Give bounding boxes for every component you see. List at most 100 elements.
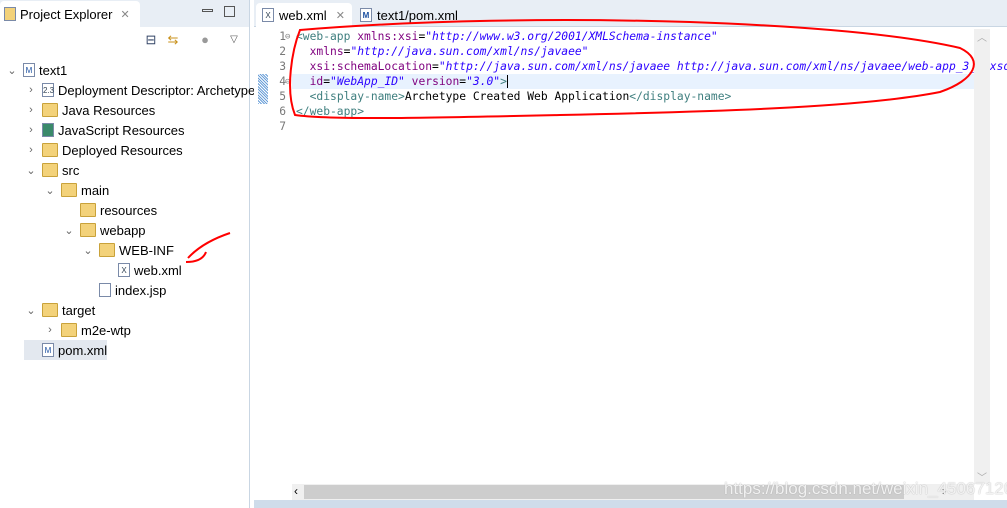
xml-value: "WebApp_ID" <box>330 75 405 88</box>
tree-item[interactable]: resources <box>62 200 157 220</box>
scroll-up-icon[interactable]: ︿ <box>974 29 990 44</box>
maven-pom-icon: M <box>360 8 372 22</box>
maximize-button[interactable] <box>224 6 235 17</box>
folder-icon <box>61 183 77 197</box>
tree-item-label: Deployed Resources <box>62 142 183 158</box>
xml-eq: = <box>432 60 439 73</box>
xml-tag: </display-name> <box>629 90 732 103</box>
bottom-panel-tabs <box>254 500 1007 508</box>
close-icon[interactable]: ✕ <box>336 9 345 22</box>
javascript-resources-icon <box>42 123 54 137</box>
maven-pom-icon: M <box>42 343 54 357</box>
line-number: 7 <box>279 120 286 133</box>
xml-file-icon: X <box>262 8 274 22</box>
line-number: 6 <box>279 105 286 118</box>
chevron-right-icon[interactable]: › <box>24 124 38 136</box>
scroll-left-icon[interactable]: ‹ <box>294 484 298 498</box>
code-line: xmlns="http://java.sun.com/xml/ns/javaee… <box>296 44 589 59</box>
explorer-toolbar: ⊟ ⇆ ● ▽ <box>0 27 249 52</box>
line-number: 3 <box>279 60 286 73</box>
folder-icon <box>42 303 58 317</box>
tree-item[interactable]: ⌄ WEB-INF <box>81 240 174 260</box>
filters-icon[interactable]: ● <box>197 32 213 48</box>
xml-text: Archetype Created Web Application <box>404 90 630 103</box>
chevron-right-icon[interactable]: › <box>24 84 38 96</box>
watermark: https://blog.csdn.net/weixin_45067120 <box>724 479 1007 498</box>
fold-collapse-icon[interactable]: ⊖ <box>285 32 290 42</box>
link-with-editor-icon[interactable]: ⇆ <box>165 32 181 48</box>
text-cursor <box>506 75 508 88</box>
tree-item[interactable]: index.jsp <box>81 280 166 300</box>
tree-item[interactable]: ⌄ Mtext1 <box>5 60 67 80</box>
xml-value: "http://java.sun.com/xml/ns/javaee http:… <box>438 60 1007 73</box>
chevron-right-icon[interactable]: › <box>24 144 38 156</box>
java-resources-icon <box>42 103 58 117</box>
xml-code-editor[interactable]: 1 2 3 4 5 6 7 ⊖ ⊖ <web-app xmlns:xsi="ht… <box>254 29 1007 484</box>
chevron-down-icon[interactable]: ⌄ <box>62 224 76 237</box>
tree-item-label: resources <box>100 202 158 218</box>
overview-marker <box>258 74 268 104</box>
project-explorer-panel: Project Explorer ✕ ⊟ ⇆ ● ▽ ⌄ Mtext1 › 2.3 De… <box>0 0 402 508</box>
xml-file-icon: X <box>118 263 130 277</box>
tree-item[interactable]: › JavaScript Resources <box>24 120 184 140</box>
chevron-right-icon[interactable]: › <box>24 104 38 116</box>
tree-item[interactable]: › Java Resources <box>24 100 155 120</box>
view-menu-icon[interactable]: ▽ <box>226 32 242 48</box>
folder-icon <box>42 163 58 177</box>
tree-item-label: target <box>62 302 96 318</box>
chevron-down-icon[interactable]: ⌄ <box>81 244 95 257</box>
tree-item-label: text1 <box>39 62 68 78</box>
minimize-button[interactable] <box>202 9 213 12</box>
tab-label: Project Explorer <box>20 6 113 22</box>
line-number: 2 <box>279 45 286 58</box>
tree-item[interactable]: › Deployed Resources <box>24 140 183 160</box>
tree-item[interactable]: ⌄ main <box>43 180 109 200</box>
fold-collapse-icon[interactable]: ⊖ <box>285 77 290 87</box>
code-line: <web-app xmlns:xsi="http://www.w3.org/20… <box>296 29 718 44</box>
chevron-down-icon[interactable]: ⌄ <box>24 164 38 177</box>
tab-project-explorer[interactable]: Project Explorer ✕ <box>0 1 140 27</box>
folder-icon <box>61 323 77 337</box>
tree-item-label: m2e-wtp <box>81 322 131 338</box>
tree-item-label: JavaScript Resources <box>58 122 185 138</box>
tab-web-xml[interactable]: X web.xml ✕ <box>256 3 352 27</box>
code-line: </web-app> <box>296 104 364 119</box>
folder-icon <box>80 203 96 217</box>
folder-icon <box>80 223 96 237</box>
tree-item[interactable]: Xweb.xml <box>100 260 182 280</box>
tree-item[interactable]: ⌄ src <box>24 160 79 180</box>
tree-item[interactable]: › m2e-wtp <box>43 320 131 340</box>
chevron-right-icon[interactable]: › <box>43 324 57 336</box>
chevron-down-icon[interactable]: ⌄ <box>5 64 19 77</box>
tree-item-label: web.xml <box>134 262 182 278</box>
tree-item-label: webapp <box>100 222 146 238</box>
xml-tag: <display-name> <box>309 90 405 103</box>
tree-item-label: WEB-INF <box>119 242 174 258</box>
code-line: id="WebApp_ID" version="3.0"> <box>296 74 508 89</box>
code-line: xsi:schemaLocation="http://java.sun.com/… <box>296 59 1007 74</box>
chevron-down-icon[interactable]: ⌄ <box>24 304 38 317</box>
vertical-scrollbar[interactable]: ︿ ﹀ <box>974 29 990 484</box>
tree-item[interactable]: Mpom.xml <box>24 340 108 360</box>
tree-item-label: Java Resources <box>62 102 156 118</box>
close-icon[interactable]: ✕ <box>120 8 129 21</box>
tree-item[interactable]: ⌄ webapp <box>62 220 146 240</box>
tree-item-label: src <box>62 162 80 178</box>
xml-value: "3.0" <box>466 75 501 88</box>
project-explorer-tabbar: Project Explorer ✕ <box>0 0 249 27</box>
xml-attr: xsi:schemaLocation <box>309 60 433 73</box>
folder-icon <box>99 243 115 257</box>
tab-pom-xml[interactable]: M text1/pom.xml <box>354 3 464 27</box>
xml-tag: > <box>500 75 507 88</box>
collapse-all-icon[interactable]: ⊟ <box>143 32 159 48</box>
line-number: 5 <box>279 90 286 103</box>
chevron-down-icon[interactable]: ⌄ <box>43 184 57 197</box>
xml-eq: = <box>323 75 331 88</box>
editor-area: X web.xml ✕ M text1/pom.xml 1 2 3 4 5 6 … <box>254 0 1007 508</box>
tree-item-label: main <box>81 182 110 198</box>
deployed-resources-icon <box>42 143 58 157</box>
editor-tabbar: X web.xml ✕ M text1/pom.xml <box>254 0 1007 27</box>
xml-tag: </web-app> <box>296 105 365 118</box>
tree-item[interactable]: ⌄ target <box>24 300 95 320</box>
tab-label: text1/pom.xml <box>377 7 458 23</box>
